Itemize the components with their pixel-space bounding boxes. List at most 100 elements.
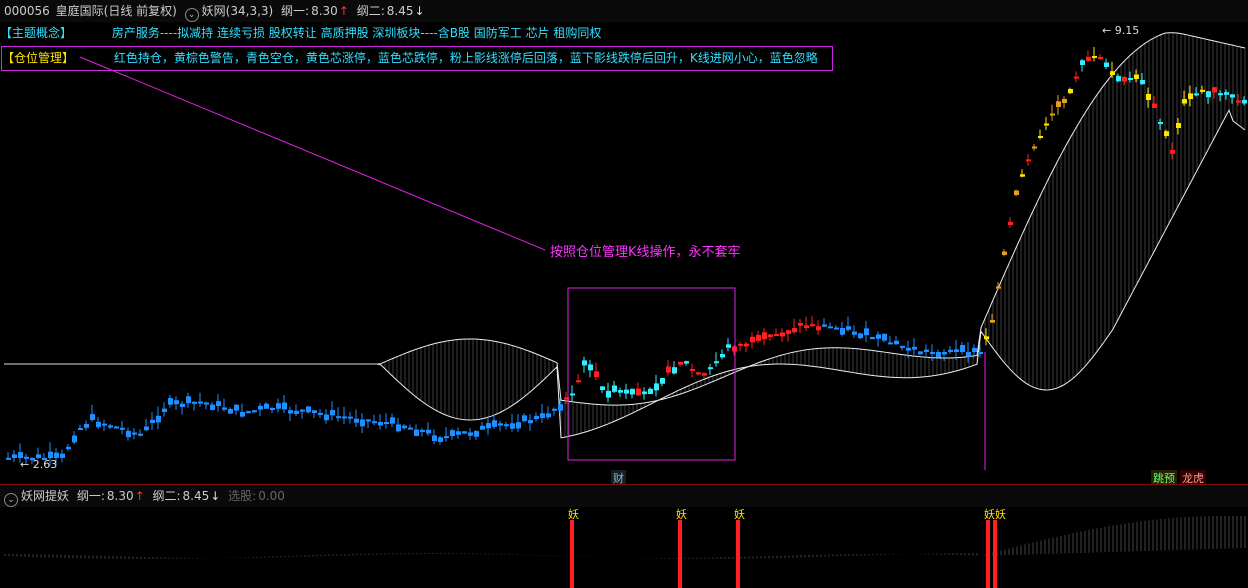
period-label[interactable]: (日线 前复权) <box>104 4 177 18</box>
candle-body <box>786 330 791 334</box>
candle-body <box>1224 92 1229 95</box>
sub-indicator-chart[interactable] <box>0 506 1248 588</box>
candle-body <box>60 453 65 458</box>
candle-body <box>1194 93 1199 96</box>
candle-body <box>678 361 683 365</box>
candle-body <box>432 435 437 442</box>
candle-body <box>1116 76 1121 82</box>
candle-body <box>984 336 989 340</box>
stock-name[interactable]: 皇庭国际 <box>56 4 104 18</box>
candle-body <box>1044 123 1049 126</box>
candle-body <box>420 429 425 432</box>
candle-body <box>1164 131 1169 136</box>
yao-marker: 妖 <box>568 508 579 521</box>
candle-body <box>1218 93 1223 96</box>
candle-body <box>780 332 785 337</box>
pointer-line <box>79 56 546 251</box>
candle-body <box>474 431 479 437</box>
candle-body <box>234 404 239 411</box>
candle-body <box>402 425 407 429</box>
indicator-name[interactable]: 妖网(34,3,3) <box>202 4 274 18</box>
candle-body <box>204 402 209 405</box>
candle-body <box>150 419 155 423</box>
candle-body <box>630 388 635 395</box>
candle-body <box>6 457 11 460</box>
candle-body <box>534 415 539 420</box>
candle-body <box>570 393 575 396</box>
candle-body <box>1242 99 1247 104</box>
candle-body <box>72 435 77 443</box>
candle-body <box>864 328 869 336</box>
candle-body <box>768 334 773 337</box>
candle-body <box>1026 159 1031 162</box>
candle-body <box>162 408 167 413</box>
candle-body <box>1134 74 1139 79</box>
candle-body <box>336 416 341 419</box>
candle-body <box>1170 150 1175 154</box>
candle-body <box>198 401 203 404</box>
candle-body <box>1062 99 1067 104</box>
candle-body <box>1146 94 1151 101</box>
sub-settings-icon[interactable]: ⌄ <box>4 493 18 507</box>
sub-indicator-name[interactable]: 妖网提妖 <box>21 489 69 503</box>
gang2-value: 8.45 <box>386 4 414 18</box>
candle-body <box>282 402 287 410</box>
xuan-label: 选股: <box>228 489 257 503</box>
sub-gang1-value: 8.30 <box>106 489 134 503</box>
candle-body <box>210 404 215 411</box>
candle-body <box>960 345 965 352</box>
candle-body <box>582 360 587 366</box>
candle-body <box>1074 76 1079 79</box>
candle-body <box>378 421 383 426</box>
yao-signal-bar <box>986 520 990 588</box>
candle-body <box>834 327 839 330</box>
candle-body <box>612 385 617 392</box>
candle-body <box>720 354 725 358</box>
indicator-settings-icon[interactable]: ⌄ <box>184 8 199 22</box>
candle-body <box>192 401 197 404</box>
candle-body <box>888 342 893 345</box>
yao-marker: 妖 <box>676 508 687 521</box>
candle-body <box>900 345 905 348</box>
candle-body <box>1230 94 1235 98</box>
candle-body <box>576 380 581 383</box>
candle-body <box>300 409 305 412</box>
candle-body <box>624 389 629 394</box>
low-price-label: ← 2.63 <box>20 458 57 471</box>
candle-body <box>606 390 611 398</box>
yao-marker: 妖 <box>734 508 745 521</box>
candle-body <box>594 371 599 378</box>
candle-body <box>168 398 173 405</box>
candle-body <box>972 347 977 352</box>
candle-body <box>174 400 179 405</box>
candle-body <box>240 412 245 417</box>
candle-body <box>618 390 623 393</box>
candle-body <box>522 415 527 422</box>
sub-chart-header: ⌄ 妖网提妖 纲一: 8.30↑ 纲二: 8.45↓ 选股: 0.00 <box>0 484 1248 507</box>
candle-body <box>252 410 257 413</box>
yao-signal-bar <box>570 520 574 588</box>
candle-body <box>294 410 299 414</box>
candle-body <box>456 431 461 435</box>
candle-body <box>1038 136 1043 138</box>
yao-signal-bar <box>736 520 740 588</box>
candle-body <box>798 322 803 326</box>
down-arrow-icon: ↓ <box>414 4 425 18</box>
candle-body <box>906 347 911 351</box>
candle-body <box>636 388 641 396</box>
candle-body <box>342 416 347 419</box>
candle-body <box>954 349 959 352</box>
candle-body <box>828 326 833 329</box>
candle-body <box>228 409 233 414</box>
candle-body <box>726 344 731 348</box>
candle-body <box>276 403 281 409</box>
candle-body <box>858 333 863 339</box>
candle-body <box>894 340 899 345</box>
candle-body <box>690 369 695 371</box>
gang1-label: 纲一: <box>281 4 310 18</box>
candle-body <box>288 410 293 414</box>
net-upper-line <box>5 32 1246 406</box>
candle-body <box>1128 78 1133 80</box>
candle-body <box>870 337 875 340</box>
candle-body <box>1104 62 1109 67</box>
